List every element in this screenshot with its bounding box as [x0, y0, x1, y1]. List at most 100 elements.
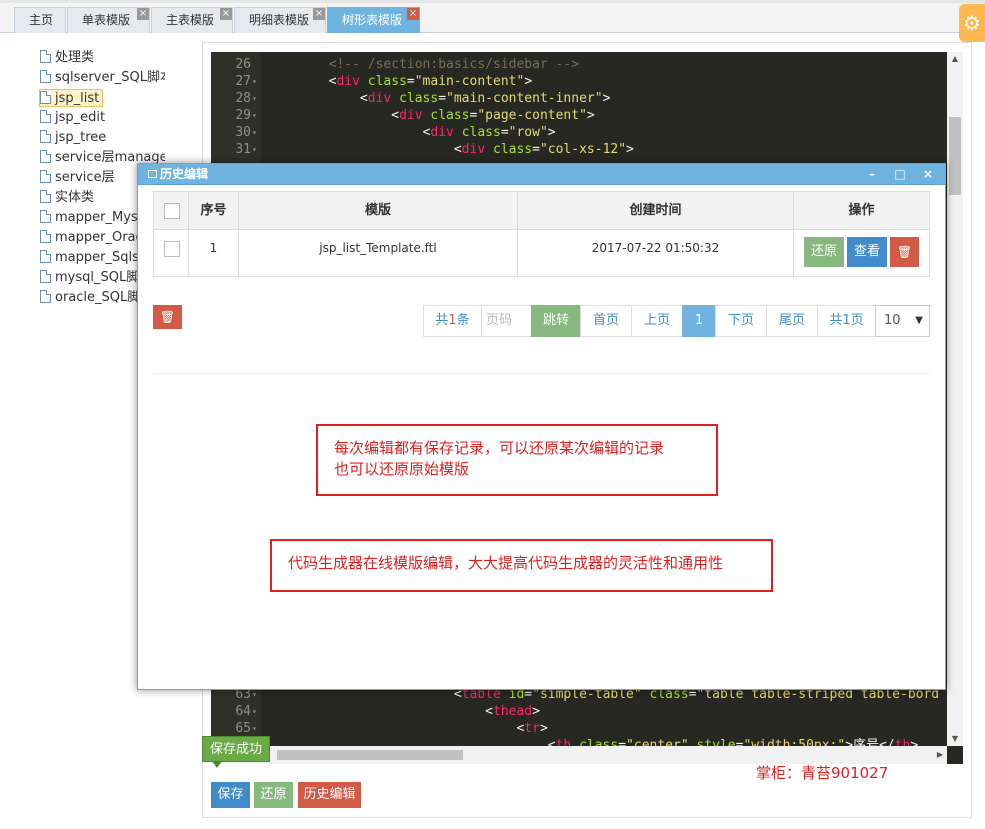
- code-token: class: [399, 91, 439, 106]
- tree-item[interactable]: mysql_SQL脚本: [40, 269, 152, 287]
- tab-home[interactable]: 主页: [14, 7, 66, 33]
- fold-arrow-icon[interactable]: ▾: [252, 720, 257, 737]
- tree-item[interactable]: 处理类: [40, 49, 94, 67]
- pager-prev-button[interactable]: 上页: [631, 305, 683, 337]
- file-icon: [40, 70, 51, 83]
- tab-master-table-template[interactable]: 主表模版 ×: [151, 7, 233, 33]
- code-token: div: [430, 125, 454, 140]
- code-token: <: [391, 108, 400, 123]
- cell-actions: 还原 查看 🗑: [794, 230, 929, 276]
- history-edit-button[interactable]: 历史编辑: [298, 782, 361, 808]
- tree-item[interactable]: jsp_list: [39, 89, 104, 107]
- tree-item[interactable]: jsp_edit: [40, 109, 105, 127]
- tooltip-text: 保存成功: [210, 742, 263, 757]
- code-text: <div class="main-content">: [266, 73, 533, 90]
- file-icon: [40, 170, 51, 183]
- tab-label: 单表模版: [82, 13, 131, 27]
- code-token: >序号</: [845, 738, 895, 746]
- tooltip-arrow: [212, 761, 222, 768]
- fold-arrow-icon[interactable]: ▾: [252, 107, 257, 124]
- tab-detail-table-template[interactable]: 明细表模版 ×: [234, 7, 326, 33]
- code-token: >: [910, 738, 919, 746]
- code-token: <: [453, 142, 462, 157]
- code-token: "width:50px;": [743, 738, 846, 746]
- tree-item[interactable]: 实体类: [40, 189, 94, 207]
- pager-count: 1: [842, 313, 851, 328]
- line-number: 30: [235, 125, 251, 140]
- fold-arrow-icon[interactable]: ▾: [252, 124, 257, 141]
- line-number: 31: [235, 142, 251, 157]
- maximize-icon[interactable]: □: [888, 164, 912, 185]
- scrollbar-thumb[interactable]: [277, 750, 463, 760]
- file-icon: [40, 230, 51, 243]
- file-icon: [40, 150, 51, 163]
- scroll-right-icon[interactable]: ▶: [933, 746, 947, 764]
- row-checkbox[interactable]: [164, 241, 180, 257]
- batch-delete-button[interactable]: 🗑: [153, 305, 182, 329]
- line-number: 64: [235, 704, 251, 719]
- code-token: >: [539, 721, 548, 736]
- code-token: class: [579, 738, 619, 746]
- tree-item-label: jsp_tree: [55, 130, 107, 145]
- pager-current-page[interactable]: 1: [682, 305, 716, 337]
- pager-next-button[interactable]: 下页: [715, 305, 767, 337]
- page-number-input[interactable]: 页码: [481, 305, 532, 337]
- minimize-icon[interactable]: –: [860, 164, 884, 185]
- tree-item[interactable]: mapper_Mysql: [40, 209, 150, 227]
- tree-item[interactable]: sqlserver_SQL脚本: [40, 69, 165, 87]
- scroll-up-icon[interactable]: ▲: [947, 52, 963, 66]
- row-delete-button[interactable]: 🗑: [890, 237, 919, 267]
- code-token: <!-- /section:basics/sidebar -->: [328, 57, 580, 72]
- line-number: 27: [235, 74, 251, 89]
- fold-arrow-icon[interactable]: ▾: [252, 141, 257, 158]
- save-button[interactable]: 保存: [211, 782, 250, 808]
- code-token: div: [399, 108, 423, 123]
- restore-button[interactable]: 还原: [254, 782, 293, 808]
- code-token: class: [430, 108, 470, 123]
- dialog-titlebar[interactable]: 历史编辑: [138, 164, 945, 185]
- history-table: 序号 模版 创建时间 操作 1 jsp_list_Template.ftl 20…: [153, 191, 930, 277]
- pager-jump-button[interactable]: 跳转: [531, 305, 581, 337]
- tree-item-label: jsp_list: [55, 91, 100, 106]
- history-edit-dialog: 历史编辑 – □ × 序号 模版 创建时间 操作 1 jsp_list_Temp…: [137, 163, 946, 690]
- file-icon: [40, 270, 51, 283]
- select-all-checkbox[interactable]: [164, 203, 180, 219]
- scrollbar-thumb[interactable]: [949, 117, 961, 195]
- tab-label: 主表模版: [166, 13, 215, 27]
- tree-item[interactable]: service层: [40, 169, 115, 187]
- vertical-scrollbar[interactable]: ▲ ▼: [947, 52, 963, 746]
- close-icon[interactable]: ×: [407, 8, 419, 20]
- line-number: 26: [235, 57, 251, 72]
- code-token: style: [696, 738, 736, 746]
- annotation-note-generator: 代码生成器在线模版编辑，大大提高代码生成器的灵活性和通用性: [270, 539, 773, 592]
- pager-first-button[interactable]: 首页: [580, 305, 632, 337]
- trash-icon: 🗑: [896, 245, 913, 259]
- fold-arrow-icon[interactable]: ▾: [252, 90, 257, 107]
- scroll-down-icon[interactable]: ▼: [947, 732, 963, 746]
- tab-tree-table-template[interactable]: 树形表模版 ×: [327, 7, 420, 33]
- code-token: "main-content-inner": [446, 91, 603, 106]
- row-restore-button[interactable]: 还原: [804, 237, 844, 267]
- annotation-note-history: 每次编辑都有保存记录，可以还原某次编辑的记录 也可以还原原始模版: [316, 424, 718, 496]
- close-icon[interactable]: ×: [313, 8, 325, 20]
- fold-arrow-icon[interactable]: ▾: [252, 73, 257, 90]
- close-icon[interactable]: ×: [916, 164, 940, 185]
- tab-label: 明细表模版: [249, 13, 310, 27]
- fold-arrow-icon[interactable]: ▾: [252, 703, 257, 720]
- code-token: div: [336, 74, 360, 89]
- page-size-select[interactable]: 10 ▼: [875, 305, 930, 337]
- close-icon[interactable]: ×: [220, 8, 232, 20]
- pager-last-button[interactable]: 尾页: [766, 305, 818, 337]
- tree-item[interactable]: jsp_tree: [40, 129, 106, 147]
- gear-icon[interactable]: ⚙: [959, 4, 985, 42]
- code-token: "page-content": [477, 108, 587, 123]
- code-token: th: [555, 738, 572, 746]
- row-view-button[interactable]: 查看: [847, 237, 887, 267]
- tab-single-table-template[interactable]: 单表模版 ×: [67, 7, 150, 33]
- code-token: div: [367, 91, 392, 106]
- close-icon[interactable]: ×: [137, 8, 149, 20]
